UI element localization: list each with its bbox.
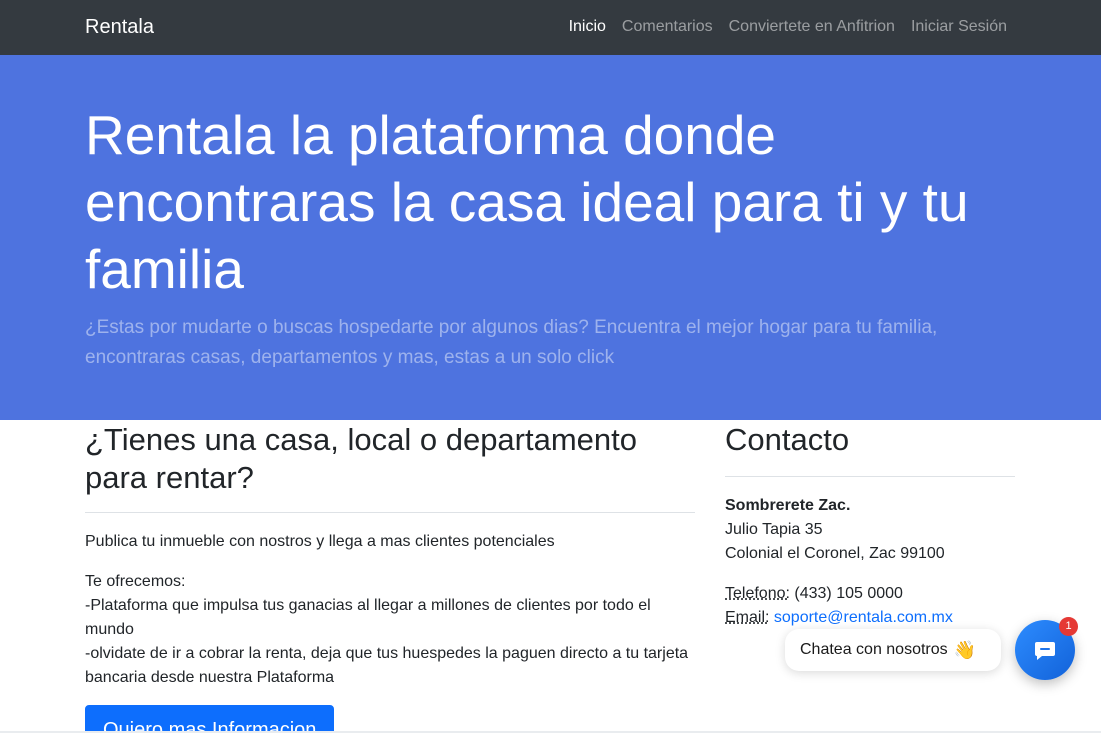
chat-icon [1035,642,1055,660]
waving-hand-icon: 👋 [953,639,977,660]
email-line: Email: soporte@rentala.com.mx [725,606,1015,630]
address-street: Julio Tapia 35 [725,521,823,538]
address: Sombrerete Zac. Julio Tapia 35 Colonial … [725,494,1015,566]
navbar: Rentala Inicio Comentarios Conviertete e… [0,0,1101,55]
chat-prompt-label: Chatea con nosotros [800,641,948,658]
nav-links: Inicio Comentarios Conviertete en Anfitr… [569,17,1007,37]
divider [725,476,1015,477]
hero-subtitle: ¿Estas por mudarte o buscas hospedarte p… [85,317,938,368]
more-info-button[interactable]: Quiero mas Informacion [85,705,335,733]
offers-title: Te ofrecemos: [85,573,186,590]
chat-prompt-bubble[interactable]: Chatea con nosotros 👋 [785,629,1001,671]
contact-lines: Telefono: (433) 105 0000 Email: soporte@… [725,582,1015,630]
nav-iniciar-sesion[interactable]: Iniciar Sesión [911,17,1007,37]
divider [85,512,695,513]
phone-number: (433) 105 0000 [794,585,903,602]
hero-jumbotron: Rentala la plataforma donde encontraras … [0,55,1101,420]
nav-inicio[interactable]: Inicio [569,17,606,37]
offer-item: -olvidate de ir a cobrar la renta, deja … [85,645,689,686]
phone-label: Telefono: [725,585,790,602]
brand-link[interactable]: Rentala [85,15,154,39]
email-label: Email: [725,609,770,626]
address-city: Sombrerete Zac. [725,497,851,514]
phone-line: Telefono: (433) 105 0000 [725,582,1015,606]
nav-comentarios[interactable]: Comentarios [622,17,713,37]
rent-intro: Publica tu inmueble con nostros y llega … [85,533,555,550]
rent-heading: ¿Tienes una casa, local o departamento p… [85,422,638,495]
address-colony: Colonial el Coronel, Zac 99100 [725,545,945,562]
contact-heading: Contacto [725,422,850,457]
rent-section: ¿Tienes una casa, local o departamento p… [85,420,695,733]
email-link[interactable]: soporte@rentala.com.mx [774,609,953,626]
offer-item: -Plataforma que impulsa tus ganacias al … [85,597,651,638]
nav-anfitrion[interactable]: Conviertete en Anfitrion [729,17,895,37]
unread-badge: 1 [1059,617,1078,636]
hero-title: Rentala la plataforma donde encontraras … [85,104,969,300]
offers-list: Te ofrecemos: -Plataforma que impulsa tu… [85,570,695,690]
contact-section: Contacto Sombrerete Zac. Julio Tapia 35 … [725,420,1015,630]
